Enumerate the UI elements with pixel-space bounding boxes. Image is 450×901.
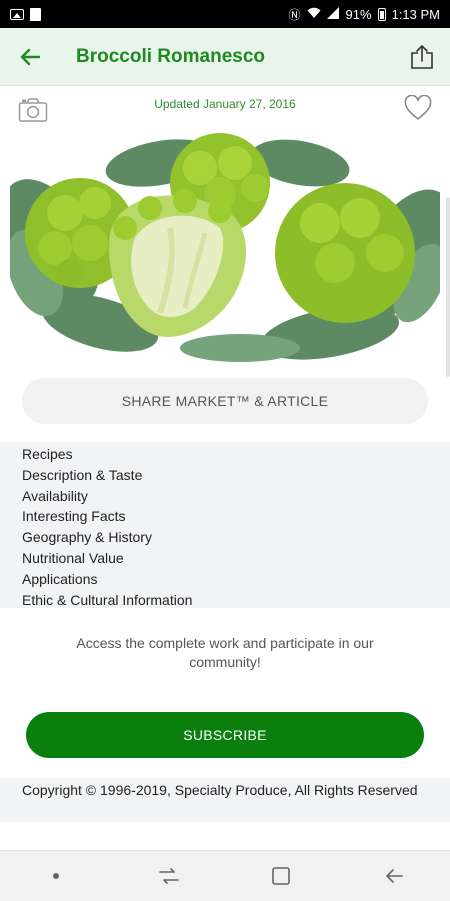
section-link-description-taste[interactable]: Description & Taste xyxy=(22,465,450,486)
copyright-text: Copyright © 1996-2019, Specialty Produce… xyxy=(22,782,418,798)
section-link-ethic-cultural[interactable]: Ethic & Cultural Information xyxy=(22,590,450,611)
image-notification-icon xyxy=(10,8,24,20)
dot-icon xyxy=(53,873,60,879)
section-menu: Recipes Description & Taste Availability… xyxy=(0,442,450,608)
romanesco-image xyxy=(10,133,440,362)
system-back-button[interactable] xyxy=(364,856,424,896)
section-link-nutritional-value[interactable]: Nutritional Value xyxy=(22,548,450,569)
status-right: Ⓝ 91% 1:13 PM xyxy=(289,6,440,23)
page-title: Broccoli Romanesco xyxy=(76,45,265,67)
section-list: Recipes Description & Taste Availability… xyxy=(0,442,450,610)
favorite-button[interactable] xyxy=(404,94,432,123)
share-button[interactable] xyxy=(400,35,444,79)
share-market-article-button[interactable]: SHARE MARKET™ & ARTICLE xyxy=(22,378,428,424)
nav-dot-button[interactable] xyxy=(26,856,86,896)
wifi-icon xyxy=(307,7,321,22)
back-arrow-icon xyxy=(385,869,403,883)
section-link-geography-history[interactable]: Geography & History xyxy=(22,527,450,548)
footer: Copyright © 1996-2019, Specialty Produce… xyxy=(0,778,450,822)
status-time: 1:13 PM xyxy=(391,6,440,22)
document-notification-icon xyxy=(30,7,41,21)
home-square-icon xyxy=(272,867,291,885)
access-message: Access the complete work and participate… xyxy=(76,635,374,670)
share-upload-icon xyxy=(411,44,433,69)
arrow-left-icon xyxy=(20,48,40,65)
section-link-applications[interactable]: Applications xyxy=(22,569,450,590)
home-button[interactable] xyxy=(251,856,311,896)
back-button[interactable] xyxy=(8,35,52,79)
app-bar: Broccoli Romanesco xyxy=(0,28,450,86)
status-bar: Ⓝ 91% 1:13 PM xyxy=(0,0,450,28)
battery-icon xyxy=(377,7,386,21)
nfc-icon: Ⓝ xyxy=(288,7,301,22)
scrollbar[interactable] xyxy=(446,197,450,377)
subscribe-button[interactable]: SUBSCRIBE xyxy=(26,712,424,758)
heart-outline-icon xyxy=(404,94,432,120)
section-link-recipes[interactable]: Recipes xyxy=(22,444,450,465)
hero-section: Updated January 27, 2016 xyxy=(0,87,450,377)
battery-percent: 91% xyxy=(345,6,372,22)
section-link-availability[interactable]: Availability xyxy=(22,486,450,507)
recent-apps-icon xyxy=(158,868,179,884)
system-nav-bar xyxy=(0,850,450,901)
signal-icon xyxy=(326,6,340,22)
section-link-interesting-facts[interactable]: Interesting Facts xyxy=(22,506,450,527)
updated-date: Updated January 27, 2016 xyxy=(154,97,296,111)
recent-apps-button[interactable] xyxy=(139,856,199,896)
status-left xyxy=(10,7,41,21)
